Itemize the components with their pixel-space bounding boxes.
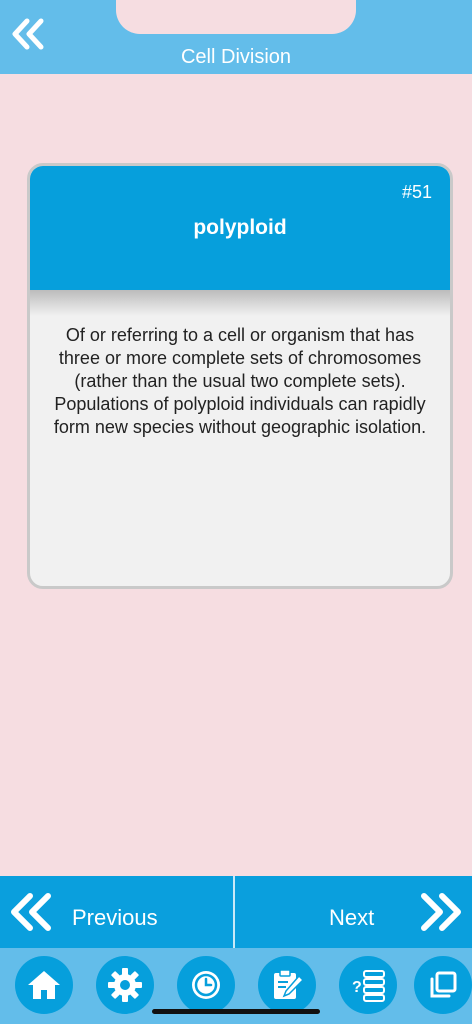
notes-icon xyxy=(274,969,305,999)
tab-quiz[interactable]: ? xyxy=(339,956,397,1014)
home-icon xyxy=(28,971,60,999)
flashcard[interactable]: #51 polyploid Of or referring to a cell … xyxy=(27,163,453,589)
clock-icon xyxy=(192,971,220,999)
card-navigation: Previous Next xyxy=(0,876,472,948)
tab-notes[interactable] xyxy=(258,956,316,1014)
quiz-list-icon: ? xyxy=(352,970,385,1002)
previous-label: Previous xyxy=(72,905,158,930)
tab-settings[interactable] xyxy=(96,956,154,1014)
gear-icon xyxy=(108,968,142,1002)
tab-cards[interactable] xyxy=(414,956,472,1014)
card-shade xyxy=(30,290,450,316)
next-button[interactable]: Next xyxy=(235,876,472,948)
card-number: #51 xyxy=(401,182,432,202)
header: Cell Division xyxy=(0,0,472,74)
double-chevron-left-icon xyxy=(11,893,51,931)
home-indicator xyxy=(152,1009,320,1014)
tab-history[interactable] xyxy=(177,956,235,1014)
tab-home[interactable] xyxy=(15,956,73,1014)
card-term: polyploid xyxy=(193,216,287,239)
svg-text:?: ? xyxy=(352,979,362,996)
cards-icon xyxy=(430,971,457,998)
card-definition: Of or referring to a cell or organism th… xyxy=(53,325,427,437)
flashcard-header: #51 polyploid xyxy=(30,166,450,290)
device-notch xyxy=(116,0,356,34)
next-label: Next xyxy=(329,905,375,930)
previous-button[interactable]: Previous xyxy=(0,876,235,948)
page-title: Cell Division xyxy=(180,46,292,68)
double-chevron-right-icon xyxy=(421,893,461,931)
